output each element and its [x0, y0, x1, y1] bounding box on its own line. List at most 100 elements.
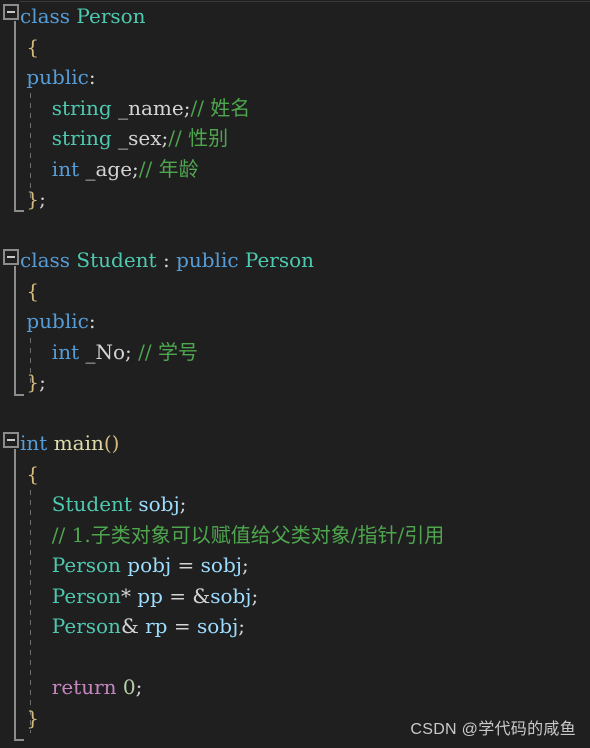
token-var — [20, 584, 52, 608]
token-op: * — [120, 583, 131, 608]
code-line[interactable]: int main() — [0, 428, 590, 459]
token-var: _No — [85, 339, 126, 364]
token-kw: public — [26, 309, 89, 333]
token-punc: : — [88, 65, 96, 89]
code-line[interactable]: { — [0, 459, 590, 490]
token-num: 0 — [122, 675, 136, 699]
token-kw: int — [51, 339, 80, 364]
code-line[interactable] — [0, 398, 590, 429]
token-var — [20, 675, 52, 699]
code-line-text: Person& rp = sobj; — [0, 611, 245, 642]
token-punc: ; — [39, 370, 46, 394]
token-fn: main — [53, 431, 104, 455]
code-line-text: int _age;// 年龄 — [0, 154, 199, 185]
code-line[interactable] — [0, 215, 590, 246]
code-line[interactable]: return 0; — [0, 672, 590, 703]
code-line-text: // 1.子类对象可以赋值给父类对象/指针/引用 — [0, 520, 444, 551]
token-type: Student — [51, 492, 132, 516]
token-op: = — [177, 553, 195, 577]
token-type: Person — [51, 583, 121, 608]
token-ident: rp — [145, 614, 168, 638]
token-cmt: // 年龄 — [138, 156, 199, 181]
code-line[interactable]: Person* pp = &sobj; — [0, 581, 590, 612]
token-type: Person — [51, 553, 121, 577]
token-ident: pp — [137, 583, 163, 608]
code-line[interactable]: class Person — [0, 1, 590, 32]
token-var — [20, 492, 52, 516]
csdn-watermark: CSDN @学代码的咸鱼 — [410, 721, 576, 738]
code-line-text: string _sex;// 性别 — [0, 123, 228, 154]
token-br1: { — [26, 34, 40, 59]
token-var — [20, 614, 52, 638]
code-line[interactable]: { — [0, 276, 590, 307]
code-line[interactable]: int _age;// 年龄 — [0, 154, 590, 185]
token-br1: } — [26, 187, 40, 211]
code-line[interactable]: class Student : public Person — [0, 245, 590, 276]
code-editor[interactable]: class Person { public: string _name;// 姓… — [0, 0, 590, 748]
code-line[interactable]: // 1.子类对象可以赋值给父类对象/指针/引用 — [0, 520, 590, 551]
token-op: & — [120, 614, 139, 638]
code-line[interactable]: Person& rp = sobj; — [0, 611, 590, 642]
code-line[interactable] — [0, 642, 590, 673]
code-line-text: { — [0, 32, 39, 63]
token-type: Person — [244, 248, 315, 272]
token-var — [20, 96, 52, 120]
token-cmt: // 学号 — [138, 339, 198, 364]
token-var — [20, 157, 52, 181]
token-var: _sex — [118, 126, 162, 150]
token-ctl: return — [51, 675, 117, 699]
code-line-text: int main() — [0, 428, 119, 459]
token-type: Student — [76, 248, 157, 272]
token-punc: ; — [39, 187, 46, 211]
token-type: Person — [76, 4, 146, 28]
token-br1: } — [26, 705, 40, 730]
code-line[interactable]: Student sobj; — [0, 489, 590, 520]
token-kw: class — [20, 248, 71, 272]
token-cmt: // 姓名 — [190, 95, 251, 120]
code-line-text: int _No; // 学号 — [0, 337, 198, 368]
token-punc: ; — [179, 492, 187, 516]
code-line[interactable]: Person pobj = sobj; — [0, 550, 590, 581]
token-punc: ; — [238, 614, 246, 638]
token-br1: { — [26, 278, 40, 303]
token-op: & — [192, 583, 211, 608]
token-op: = — [173, 614, 191, 638]
token-punc: ; — [132, 156, 139, 181]
code-line[interactable]: public: — [0, 306, 590, 337]
token-punc: ; — [251, 583, 259, 608]
token-kw: int — [51, 156, 80, 181]
token-type: string — [51, 95, 112, 120]
code-line[interactable]: }; — [0, 367, 590, 398]
code-line-text: }; — [0, 367, 46, 398]
fold-end-marker — [14, 739, 24, 741]
token-kw: int — [20, 431, 48, 455]
code-line[interactable]: { — [0, 32, 590, 63]
token-ident: pobj — [127, 553, 172, 577]
code-line-text: public: — [0, 306, 96, 337]
token-var: _age — [85, 156, 133, 181]
code-line-text: }; — [0, 184, 46, 215]
token-ident: sobj — [138, 492, 180, 516]
token-ident: sobj — [210, 583, 252, 608]
token-kw: class — [20, 4, 71, 28]
token-var — [20, 340, 52, 364]
code-line[interactable]: public: — [0, 62, 590, 93]
code-line[interactable]: int _No; // 学号 — [0, 337, 590, 368]
token-kw: public — [26, 65, 89, 89]
token-punc: ; — [241, 553, 249, 577]
token-punc: : — [156, 248, 177, 272]
code-line-text: string _name;// 姓名 — [0, 93, 251, 124]
code-line-text: public: — [0, 62, 96, 93]
token-punc: : — [88, 309, 96, 333]
code-line-text: { — [0, 276, 39, 307]
token-op: = — [169, 583, 187, 608]
code-line[interactable]: string _name;// 姓名 — [0, 93, 590, 124]
code-line[interactable]: string _sex;// 性别 — [0, 123, 590, 154]
code-line-text: { — [0, 459, 39, 490]
code-line[interactable]: }; — [0, 184, 590, 215]
token-cmt: // 1.子类对象可以赋值给父类对象/指针/引用 — [51, 522, 445, 547]
token-br1: () — [103, 431, 120, 455]
code-line-text: Person pobj = sobj; — [0, 550, 249, 581]
code-line-text: Student sobj; — [0, 489, 187, 520]
code-line-text: } — [0, 703, 39, 734]
